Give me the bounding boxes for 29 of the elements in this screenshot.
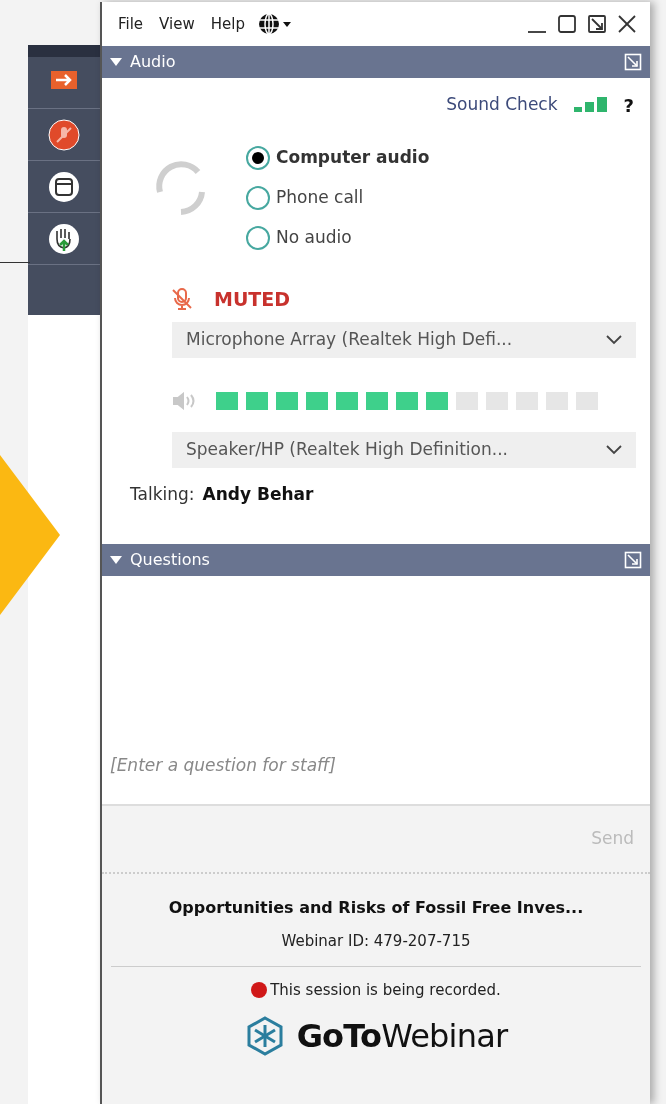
menu-item[interactable]: View <box>155 12 199 36</box>
section-header[interactable]: Audio <box>102 46 650 78</box>
collapse-triangle-icon[interactable] <box>110 57 122 67</box>
talking-label: Talking: <box>130 483 195 506</box>
radio-option[interactable]: Computer audio <box>246 142 430 174</box>
radio-option[interactable]: Phone call <box>246 182 430 214</box>
signal-bars-icon <box>573 96 608 114</box>
recording-notice: This session is being recorded. <box>270 980 501 1001</box>
maximize-icon[interactable] <box>556 13 578 35</box>
webinar-id: Webinar ID: 479-207-715 <box>111 919 641 967</box>
device-dropdown[interactable]: Speaker/HP (Realtek High Definition... <box>172 432 636 468</box>
language-menu-icon[interactable] <box>256 12 293 36</box>
menu-item[interactable]: File <box>114 12 148 36</box>
logo-text: GoToWebinar <box>296 1015 508 1057</box>
help-button[interactable]: ? <box>623 91 634 119</box>
sound-check-link[interactable]: Sound Check <box>446 92 558 118</box>
question-input-field[interactable]: [Enter a question for staff] <box>102 725 650 806</box>
webinar-title: Opportunities and Risks of Fossil Free Inves... <box>168 896 584 919</box>
device-dropdown[interactable]: Microphone Array (Realtek High Defi... <box>172 322 636 358</box>
muted-label: MUTED <box>214 286 291 312</box>
close-icon[interactable] <box>616 13 638 35</box>
popout-icon[interactable] <box>586 13 608 35</box>
radio-option[interactable]: No audio <box>246 222 430 254</box>
chevron-down-icon <box>606 445 622 455</box>
collapse-triangle-icon[interactable] <box>110 554 122 565</box>
chevron-down-icon <box>606 335 622 345</box>
section-header[interactable]: Questions <box>102 543 650 576</box>
speaker-name: Andy Behar <box>202 483 314 506</box>
menu-item[interactable]: Help <box>206 12 249 36</box>
